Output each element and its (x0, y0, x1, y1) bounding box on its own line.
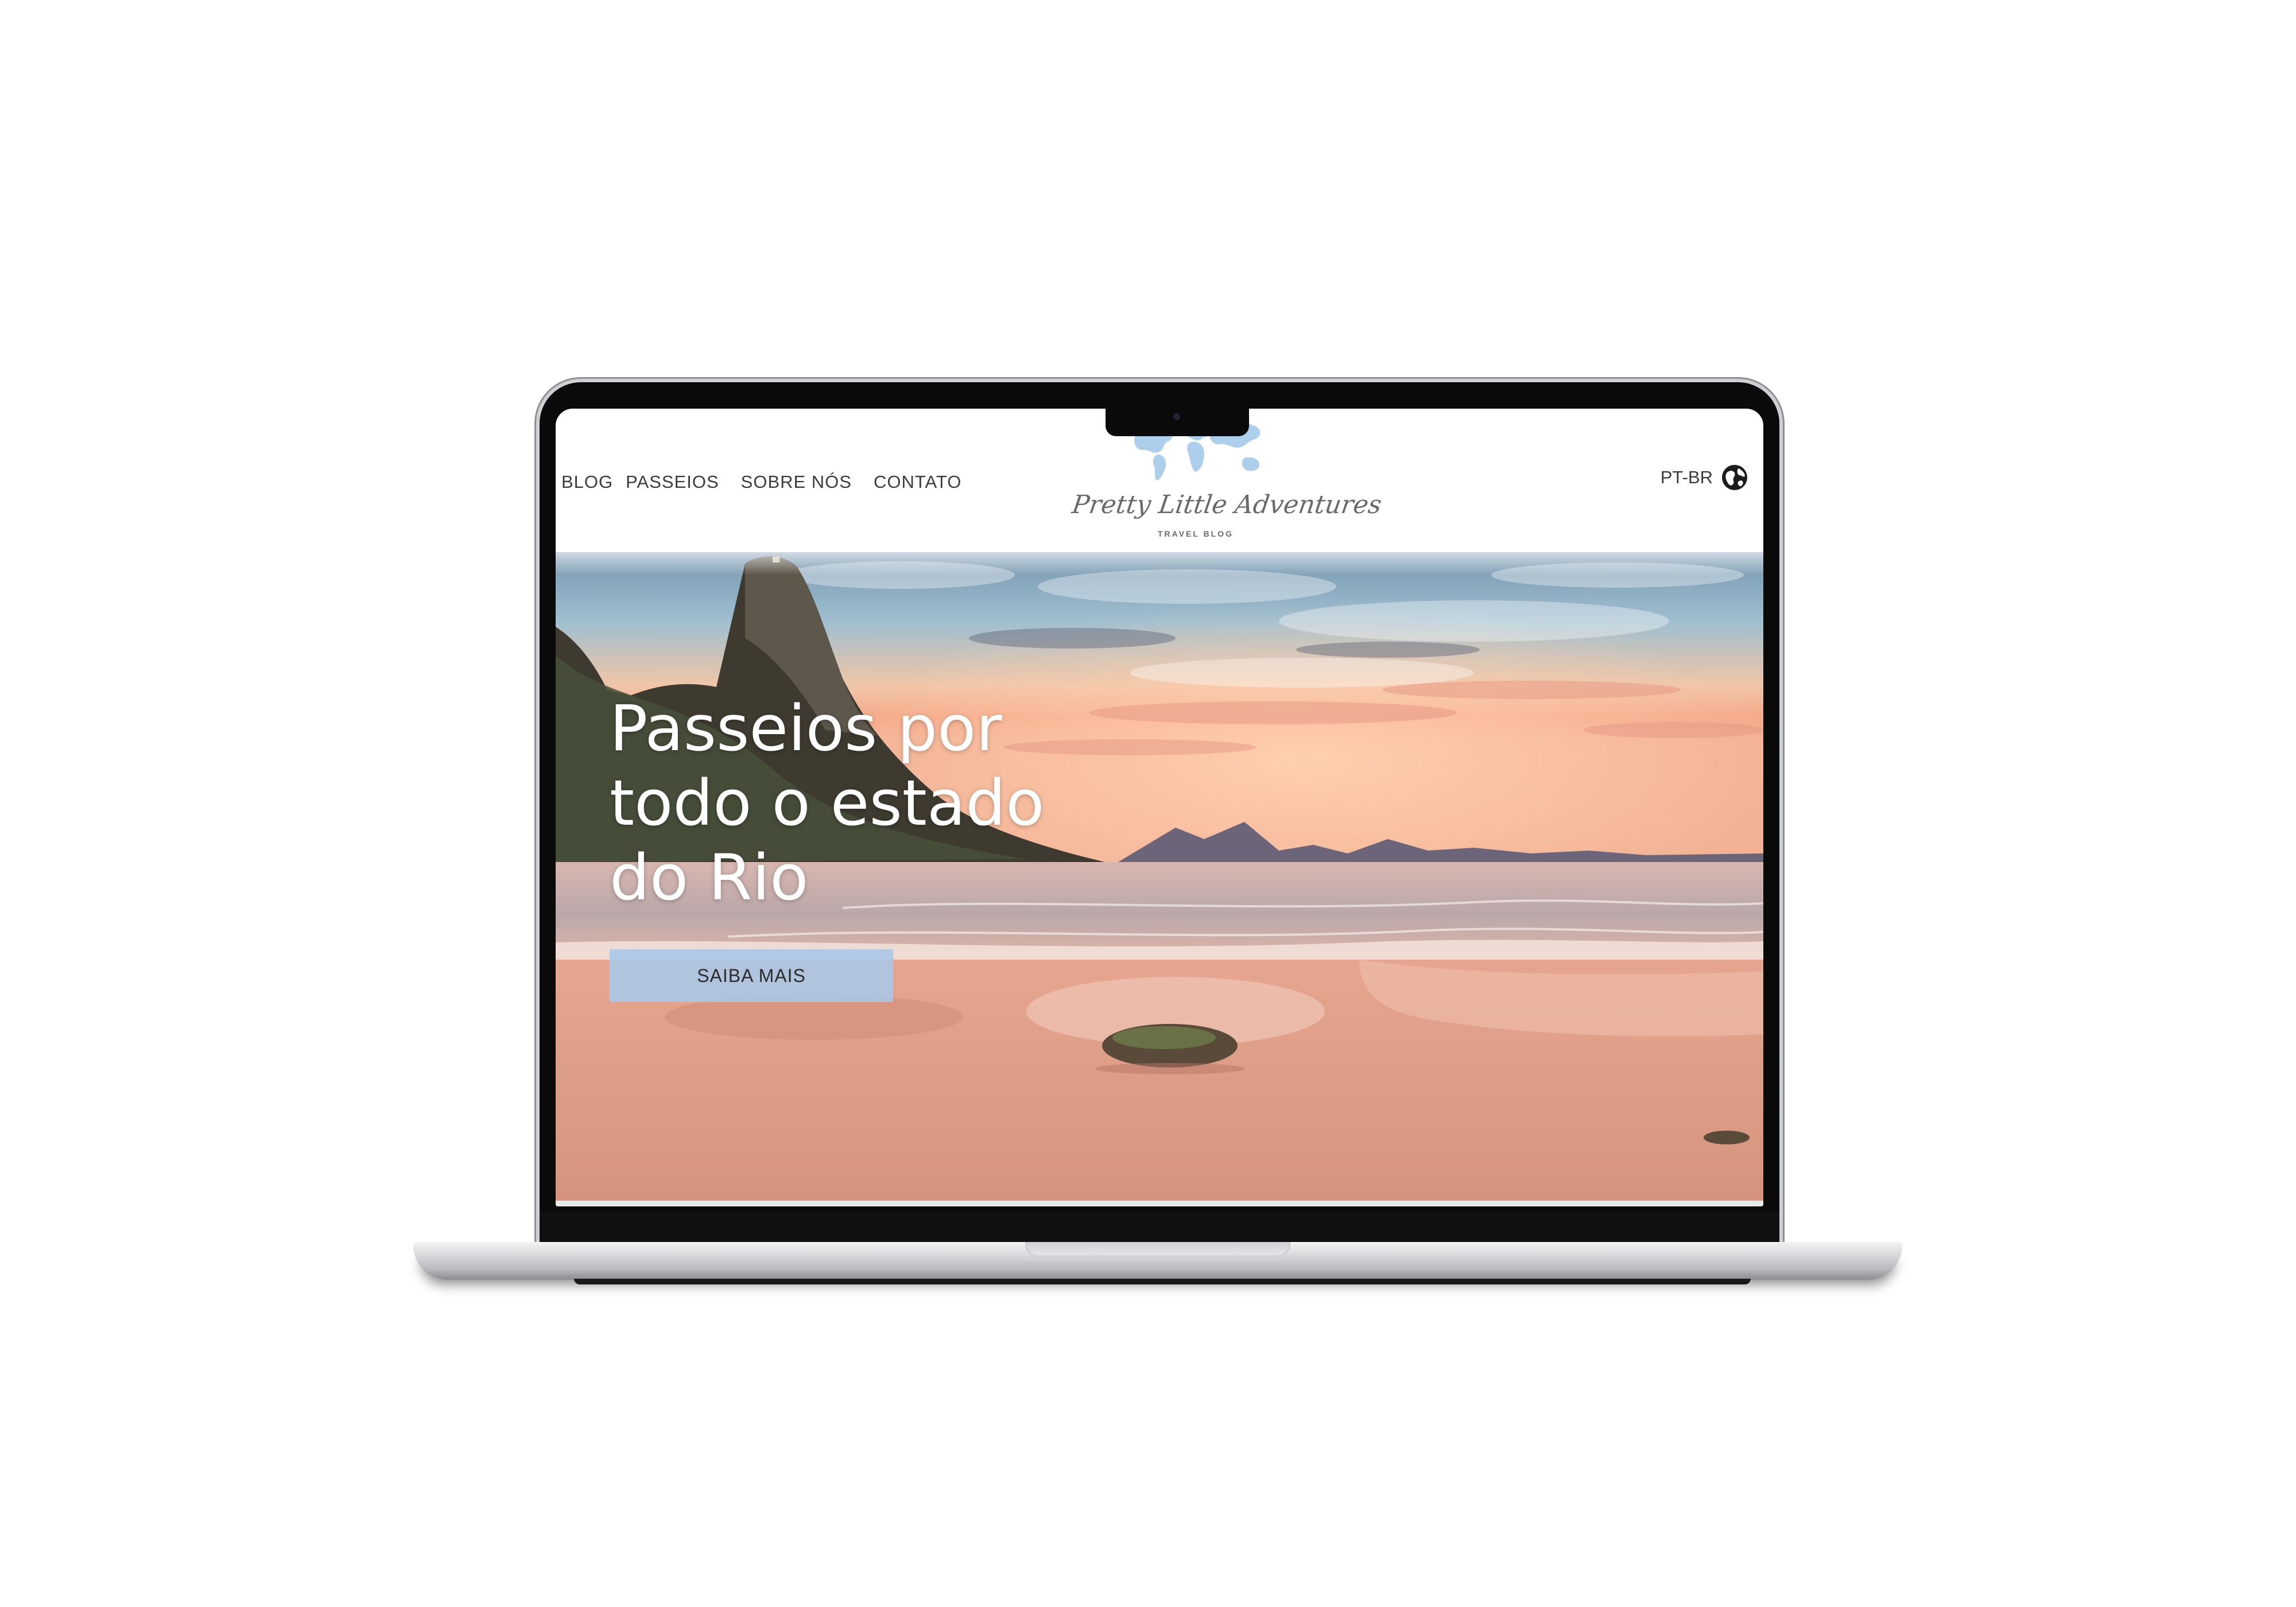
nav-item-contato[interactable]: CONTATO (874, 472, 961, 492)
logo-script-text: Pretty Little Adventures (1070, 490, 1384, 519)
hero-title-line: Passeios por (610, 692, 1002, 765)
laptop-base (413, 1242, 1902, 1280)
language-switcher[interactable]: PT-BR (1661, 464, 1748, 491)
nav-item-passeios[interactable]: PASSEIOS (626, 472, 719, 492)
nav-item-blog[interactable]: BLOG (561, 472, 613, 492)
hero-title-line: do Rio (610, 841, 809, 914)
language-label: PT-BR (1660, 467, 1713, 487)
laptop-mockup: BLOG PASSEIOS SOBRE NÓS CONTATO Pretty L… (0, 0, 2296, 1607)
hero-section: Passeios por todo o estado do Rio SAIBA … (556, 541, 1763, 1206)
laptop-lid: BLOG PASSEIOS SOBRE NÓS CONTATO Pretty L… (540, 382, 1779, 1249)
screen-bottom-strip (556, 1201, 1763, 1206)
saiba-mais-button[interactable]: SAIBA MAIS (610, 949, 893, 1002)
main-nav: BLOG PASSEIOS SOBRE NÓS CONTATO (561, 472, 961, 492)
hero-title: Passeios por todo o estado do Rio (610, 691, 1126, 915)
camera-notch (1106, 409, 1249, 436)
nav-item-sobre-nos[interactable]: SOBRE NÓS (741, 472, 852, 492)
laptop-base-shadow (574, 1279, 1751, 1284)
globe-icon (1722, 465, 1747, 490)
laptop-screen: BLOG PASSEIOS SOBRE NÓS CONTATO Pretty L… (556, 409, 1763, 1206)
hero-title-line: todo o estado (610, 766, 1045, 840)
laptop-opening-notch (1025, 1242, 1290, 1257)
logo-tagline: TRAVEL BLOG (1157, 529, 1234, 538)
